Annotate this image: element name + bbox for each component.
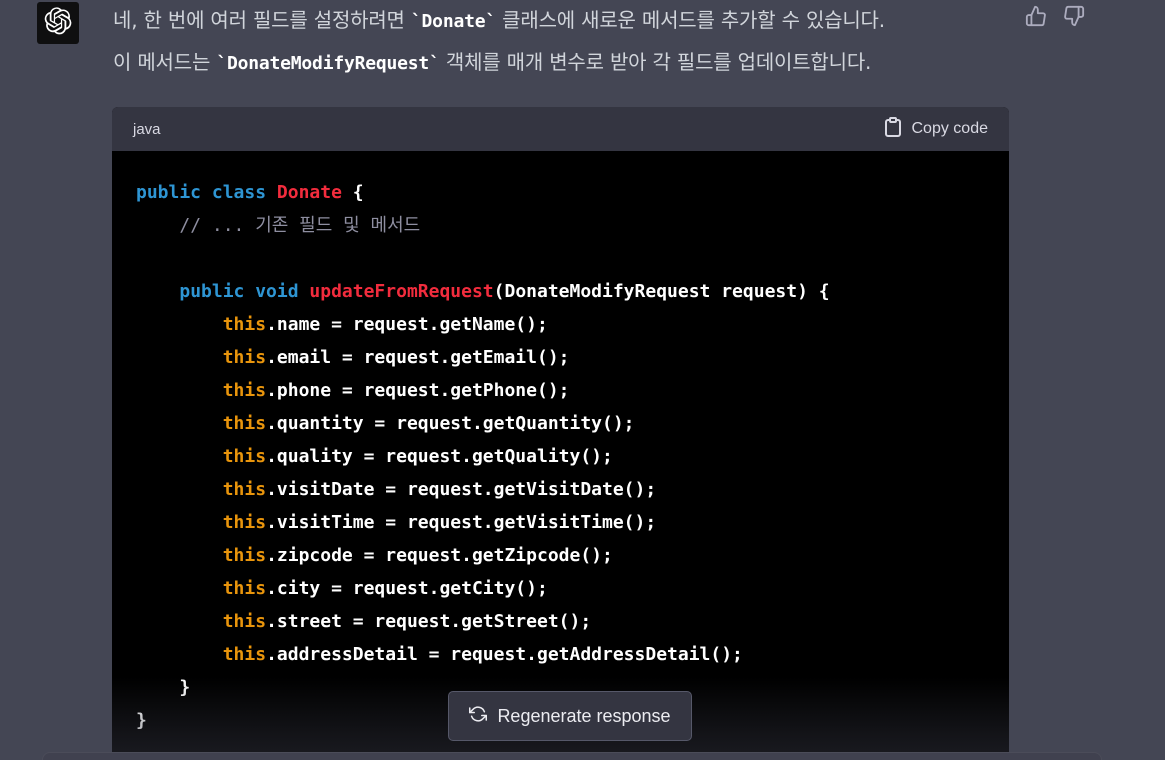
- code-function-name: updateFromRequest: [309, 281, 494, 302]
- code-class-name: Donate: [276, 182, 342, 203]
- code-keyword: public void: [179, 281, 310, 302]
- code-line: this.addressDetail = request.getAddressD…: [136, 638, 985, 671]
- code-this-keyword: this: [222, 578, 267, 599]
- message-input-area[interactable]: [42, 752, 1102, 760]
- code-line: this.phone = request.getPhone();: [136, 374, 985, 407]
- code-text: .phone = request.getPhone();: [266, 380, 570, 401]
- code-this-keyword: this: [222, 512, 267, 533]
- code-text: .addressDetail = request.getAddressDetai…: [266, 644, 743, 665]
- code-text: {: [341, 182, 364, 203]
- code-line: this.zipcode = request.getZipcode();: [136, 539, 985, 572]
- message-text: 클래스에 새로운 메서드를 추가할 수 있습니다.: [496, 8, 885, 32]
- inline-code: `Donate`: [410, 11, 497, 32]
- code-text: .name = request.getName();: [266, 314, 548, 335]
- code-this-keyword: this: [222, 314, 267, 335]
- regenerate-label: Regenerate response: [497, 705, 671, 726]
- message-text: 네, 한 번에 여러 필드를 설정하려면: [113, 8, 411, 32]
- code-text: .visitDate = request.getVisitDate();: [266, 479, 657, 500]
- code-block-header: java Copy code: [112, 107, 1009, 151]
- code-text: }: [136, 677, 191, 698]
- code-line: this.email = request.getEmail();: [136, 341, 985, 374]
- message-text: 이 메서드는: [113, 50, 217, 74]
- thumbs-up-button[interactable]: [1024, 5, 1048, 32]
- code-text: .city = request.getCity();: [266, 578, 548, 599]
- copy-code-label: Copy code: [911, 120, 989, 137]
- code-line: this.quantity = request.getQuantity();: [136, 407, 985, 440]
- code-line: this.street = request.getStreet();: [136, 605, 985, 638]
- message-line-2: 이 메서드는 `DonateModifyRequest` 객체를 매개 변수로 …: [113, 42, 1013, 84]
- code-this-keyword: this: [222, 611, 267, 632]
- code-this-keyword: this: [222, 644, 267, 665]
- code-text: .quantity = request.getQuantity();: [266, 413, 635, 434]
- assistant-avatar: [37, 2, 79, 44]
- code-line: this.quality = request.getQuality();: [136, 440, 985, 473]
- code-this-keyword: this: [222, 479, 267, 500]
- code-text: .street = request.getStreet();: [266, 611, 592, 632]
- code-language-label: java: [133, 120, 161, 138]
- code-this-keyword: this: [222, 545, 267, 566]
- code-line: this.visitTime = request.getVisitTime();: [136, 506, 985, 539]
- code-comment: // ... 기존 필드 및 메서드: [179, 215, 421, 236]
- code-line: this.name = request.getName();: [136, 308, 985, 341]
- code-line: public class Donate {: [136, 176, 985, 209]
- feedback-buttons: [1024, 5, 1086, 32]
- code-keyword: public class: [136, 182, 277, 203]
- thumbs-down-button[interactable]: [1062, 5, 1086, 32]
- openai-logo-icon: [44, 6, 72, 40]
- regenerate-response-button[interactable]: Regenerate response: [448, 691, 692, 741]
- code-text: .zipcode = request.getZipcode();: [266, 545, 613, 566]
- code-block: java Copy code public class Donate { // …: [112, 107, 1009, 760]
- clipboard-icon: [884, 116, 902, 142]
- code-this-keyword: this: [222, 347, 267, 368]
- code-this-keyword: this: [222, 446, 267, 467]
- copy-code-button[interactable]: Copy code: [884, 116, 989, 142]
- code-text: .quality = request.getQuality();: [266, 446, 613, 467]
- code-this-keyword: this: [222, 413, 267, 434]
- code-text: .email = request.getEmail();: [266, 347, 570, 368]
- code-this-keyword: this: [222, 380, 267, 401]
- thumbs-down-icon: [1063, 5, 1085, 32]
- code-content: public class Donate { // ... 기존 필드 및 메서드…: [112, 151, 1009, 737]
- code-line: // ... 기존 필드 및 메서드: [136, 209, 985, 242]
- message-text: 객체를 매개 변수로 받아 각 필드를 업데이트합니다.: [439, 50, 872, 74]
- code-text: .visitTime = request.getVisitTime();: [266, 512, 657, 533]
- message-line-1: 네, 한 번에 여러 필드를 설정하려면 `Donate` 클래스에 새로운 메…: [113, 0, 1013, 42]
- code-line: this.city = request.getCity();: [136, 572, 985, 605]
- code-line: public void updateFromRequest(DonateModi…: [136, 275, 985, 308]
- assistant-message: 네, 한 번에 여러 필드를 설정하려면 `Donate` 클래스에 새로운 메…: [113, 0, 1013, 84]
- code-text: }: [136, 710, 147, 731]
- code-line: this.visitDate = request.getVisitDate();: [136, 473, 985, 506]
- thumbs-up-icon: [1025, 5, 1047, 32]
- code-text: (DonateModifyRequest request) {: [493, 281, 830, 302]
- refresh-icon: [469, 705, 488, 728]
- chat-page: 네, 한 번에 여러 필드를 설정하려면 `Donate` 클래스에 새로운 메…: [0, 0, 1165, 760]
- inline-code: `DonateModifyRequest`: [216, 53, 440, 74]
